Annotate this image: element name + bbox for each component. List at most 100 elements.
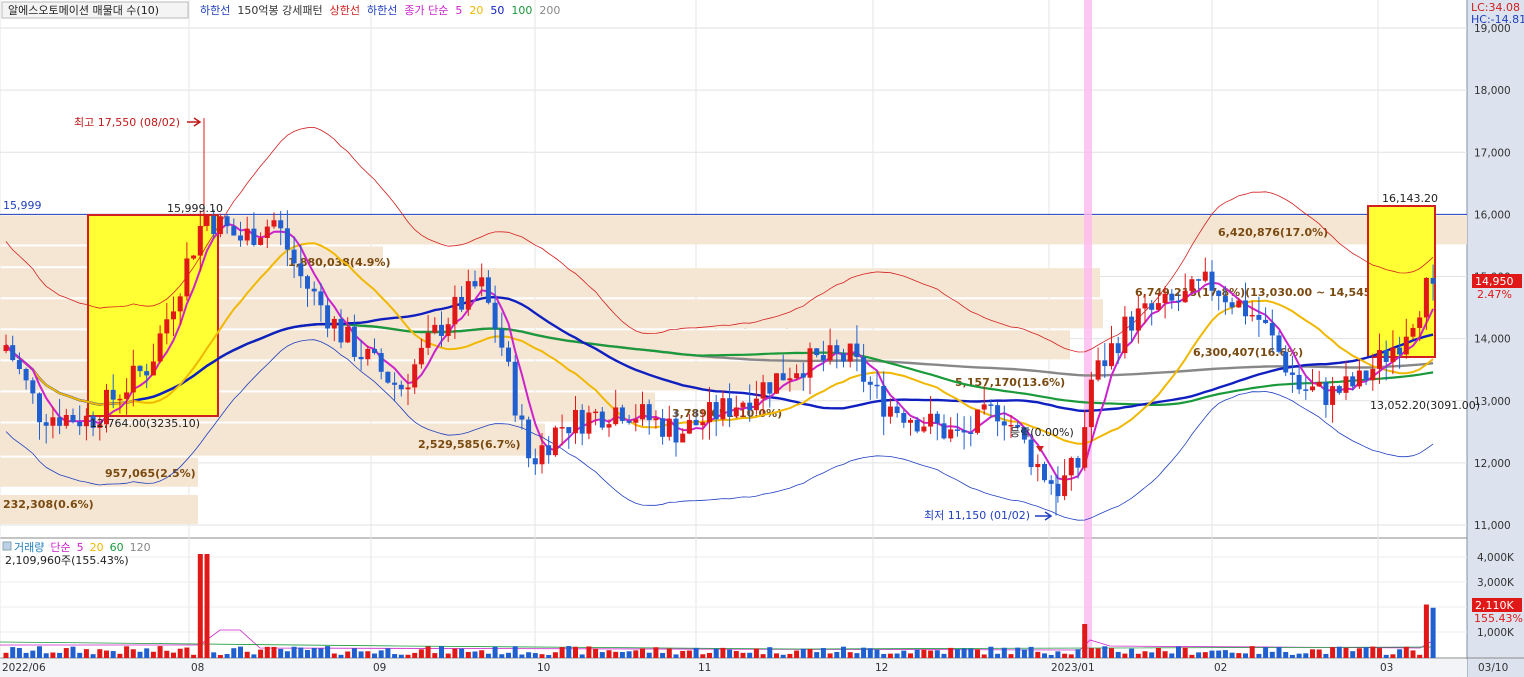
candle <box>1169 293 1175 301</box>
volume-bar <box>1417 654 1423 658</box>
candle <box>814 348 820 356</box>
candle <box>633 419 639 423</box>
candle <box>680 433 686 443</box>
candle <box>1001 421 1007 426</box>
volume-bar <box>137 651 143 658</box>
candle <box>1048 480 1054 484</box>
candle <box>1377 350 1382 369</box>
volume-bar <box>1216 650 1222 658</box>
volume-bar <box>894 653 900 658</box>
volume-bar <box>238 646 243 658</box>
candle <box>1182 290 1188 303</box>
volume-bar <box>144 648 150 658</box>
volume-bar <box>1028 646 1034 658</box>
candle <box>700 422 706 426</box>
candle <box>1417 317 1423 328</box>
candle <box>1397 347 1403 355</box>
candle <box>1316 382 1322 387</box>
volume-bar <box>1377 648 1382 658</box>
volume-bar <box>164 650 170 658</box>
candle <box>1383 350 1389 362</box>
volume-bar <box>881 653 887 658</box>
legend-item: 상한선 <box>330 4 360 17</box>
volume-bar <box>130 649 136 658</box>
candle <box>3 345 9 352</box>
candle <box>626 420 632 423</box>
volume-badge-value: 2,110K <box>1475 599 1514 612</box>
candle <box>1423 277 1429 318</box>
candle <box>385 371 391 383</box>
candle <box>921 426 927 432</box>
volume-bar <box>3 652 9 658</box>
volume-bar <box>1102 646 1108 658</box>
stock-chart[interactable]: 232,308(0.6%) 957,065(2.5%) 2,529,585(6.7%… <box>0 0 1524 677</box>
candle <box>184 258 190 297</box>
candle <box>1263 319 1269 324</box>
volume-bar <box>954 649 960 658</box>
volume-bar <box>492 646 498 658</box>
candle <box>191 255 197 259</box>
volume-bar <box>57 652 63 658</box>
volume-bar <box>968 648 974 658</box>
candle <box>164 319 170 334</box>
candle <box>506 347 511 362</box>
volume-bar <box>291 646 297 658</box>
volume-bar <box>110 651 116 658</box>
candle <box>874 384 880 387</box>
volume-bar <box>90 654 96 658</box>
volume-bar <box>23 652 29 658</box>
volume-bar <box>171 652 176 658</box>
candle <box>231 226 237 236</box>
candle <box>552 427 558 456</box>
volume-bar <box>693 647 699 658</box>
volume-bar <box>1283 652 1289 658</box>
candle <box>1068 458 1074 476</box>
volume-bar <box>479 650 485 658</box>
date-tick: 03 <box>1380 662 1393 674</box>
volume-bar <box>251 654 257 658</box>
date-tick: 2023/01 <box>1051 662 1095 674</box>
candle <box>150 361 156 376</box>
candle <box>278 220 284 229</box>
candle <box>472 281 478 287</box>
candle <box>1296 374 1302 390</box>
volume-bar <box>191 654 197 658</box>
candle <box>432 324 438 333</box>
candle <box>733 407 739 417</box>
volume-bar <box>83 649 89 658</box>
price-tick: 12,000 <box>1474 458 1511 470</box>
volume-bar <box>217 654 223 658</box>
candle <box>345 326 351 343</box>
candle <box>841 353 846 362</box>
candle <box>820 355 826 361</box>
candle <box>606 424 612 428</box>
date-tick: 03/10 <box>1478 662 1508 674</box>
volume-bar <box>392 654 398 658</box>
volume-bar <box>747 652 753 658</box>
candle <box>686 419 692 434</box>
volume-bar <box>1021 649 1027 658</box>
volume-bar <box>432 653 438 658</box>
volume-bar <box>733 650 739 658</box>
candle <box>988 404 994 406</box>
volume-bar <box>552 652 558 658</box>
candle <box>995 405 1001 422</box>
candle <box>546 445 552 456</box>
candle <box>1370 368 1376 381</box>
volume-bar <box>398 654 404 658</box>
candle <box>526 419 532 459</box>
volume-legend-item: 단순 <box>50 541 70 554</box>
volume-bar <box>573 646 578 658</box>
volume-bar <box>1075 649 1081 658</box>
candle <box>452 296 458 325</box>
volume-bar <box>727 649 733 658</box>
candle <box>1115 343 1121 354</box>
volume-bar <box>499 654 505 658</box>
volume-bar <box>593 648 599 658</box>
volume-bar <box>204 554 210 658</box>
volume-bar <box>526 652 532 658</box>
volume-badge-pct: 155.43% <box>1474 612 1523 625</box>
volume-bar <box>941 653 947 658</box>
candle <box>941 423 947 439</box>
volume-bar <box>1082 624 1088 658</box>
